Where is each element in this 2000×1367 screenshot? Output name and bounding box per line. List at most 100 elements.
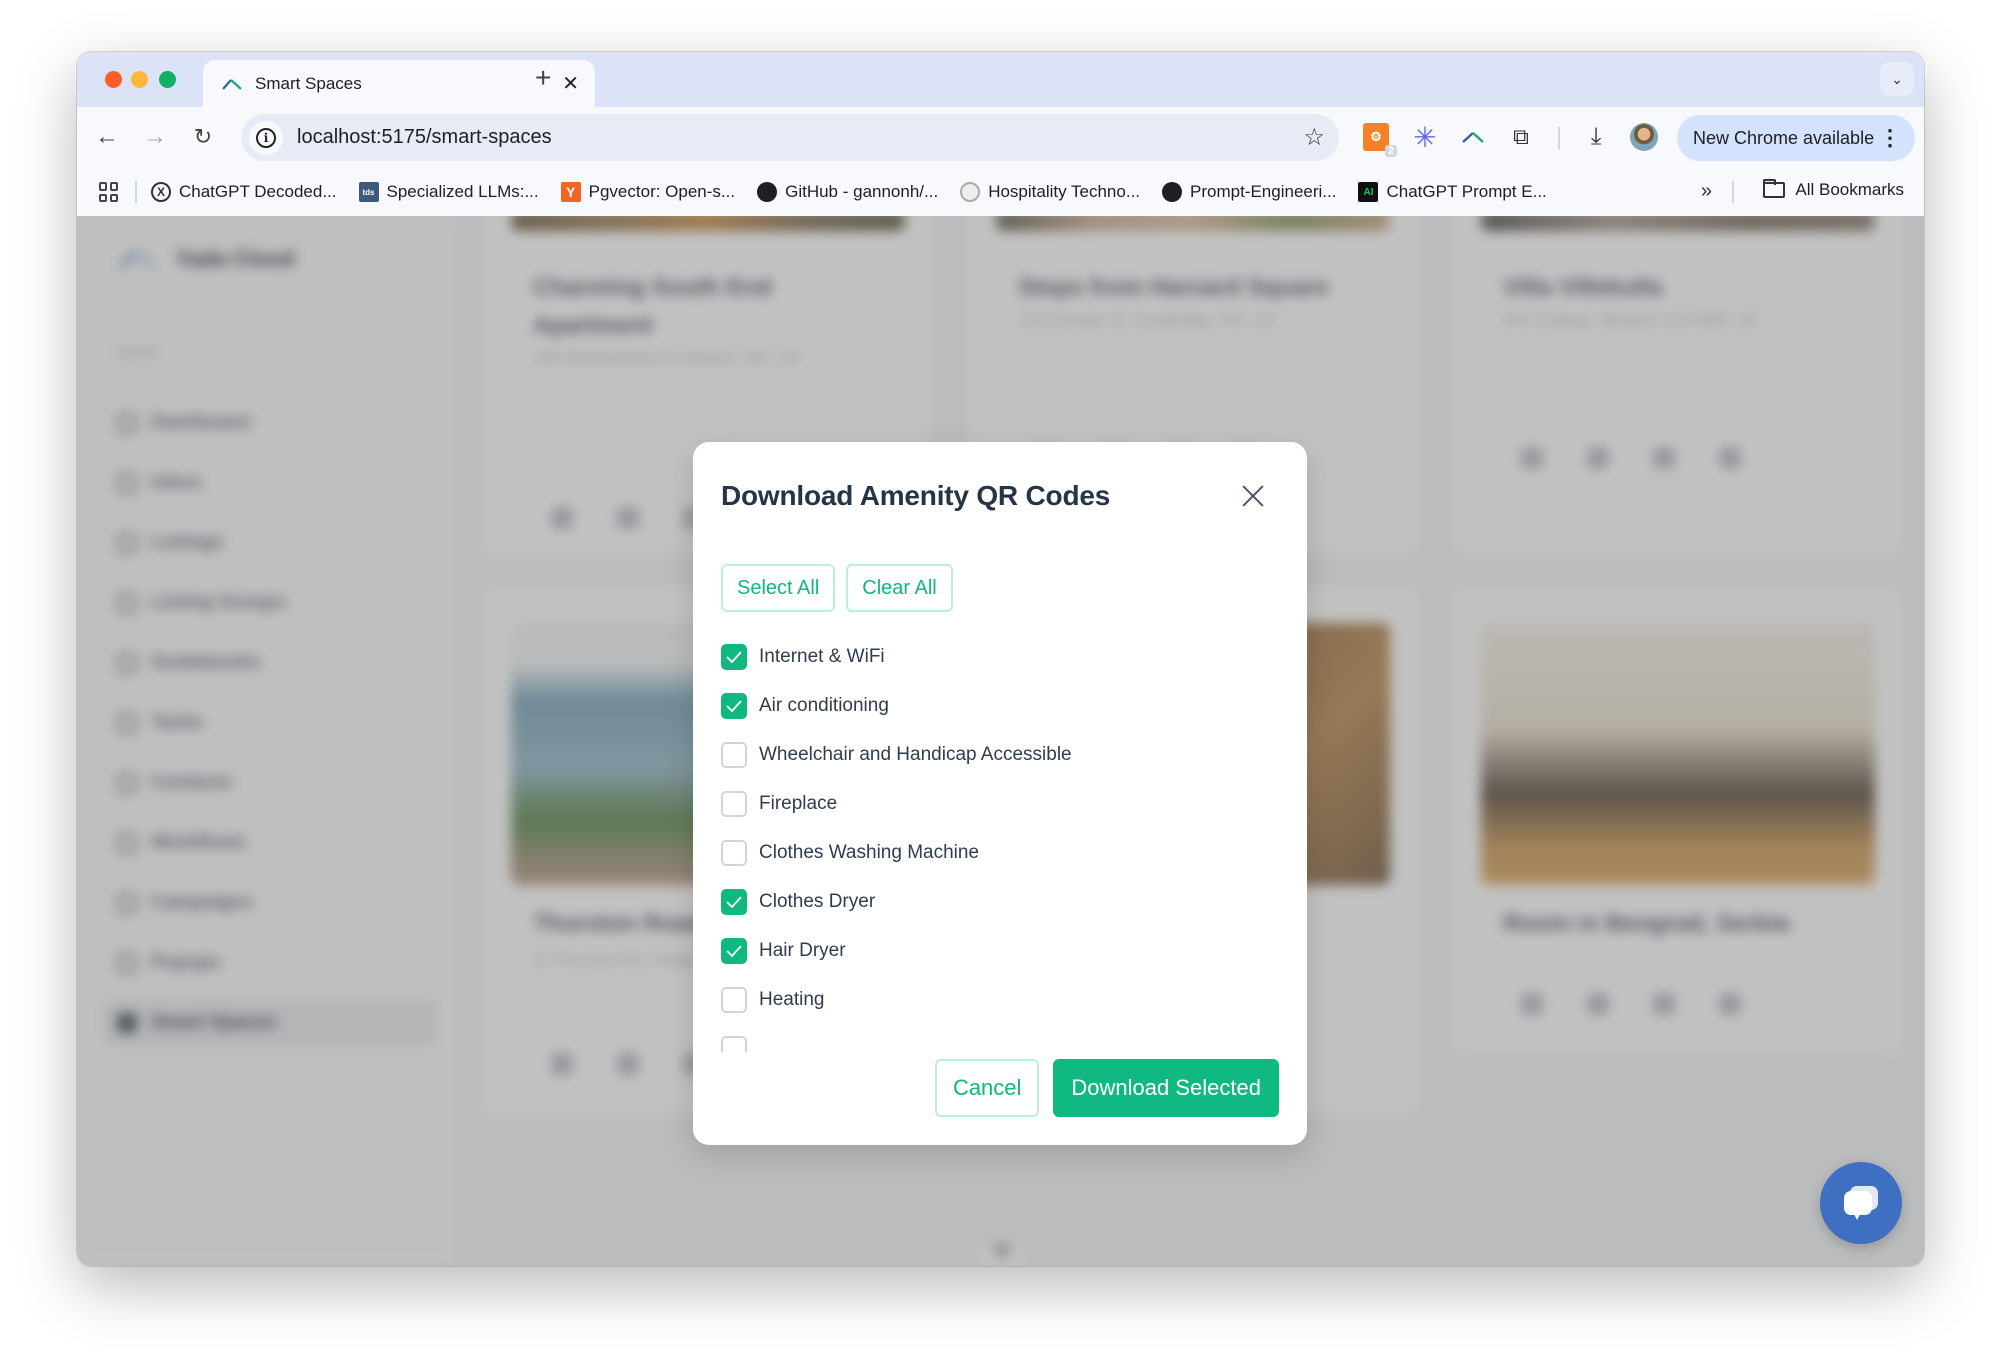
amenity-label: Hair Dryer: [759, 939, 846, 961]
close-icon[interactable]: [1239, 482, 1267, 510]
tds-icon: tds: [358, 182, 379, 202]
amenity-option[interactable]: Clothes Dryer: [721, 877, 1281, 926]
bookmark-label: ChatGPT Prompt E...: [1386, 182, 1547, 201]
toolbar-divider: [1558, 127, 1560, 149]
bookmark-item[interactable]: Prompt-Engineeri...: [1162, 182, 1336, 202]
clear-all-button[interactable]: Clear All: [846, 564, 953, 612]
chrome-update-button[interactable]: New Chrome available ⋮: [1677, 115, 1915, 161]
browser-window: Smart Spaces ✕ + ⌄ ← → ↻ i localhost:517…: [77, 52, 1924, 1266]
bookmark-item[interactable]: GitHub - gannonh/...: [757, 182, 938, 202]
bookmark-item[interactable]: Hospitality Techno...: [960, 182, 1140, 202]
amenity-option[interactable]: Wheelchair and Handicap Accessible: [721, 730, 1281, 779]
all-bookmarks-button[interactable]: All Bookmarks: [1763, 179, 1904, 200]
github-icon: [757, 182, 778, 202]
amenity-option[interactable]: Hair Dryer: [721, 926, 1281, 975]
back-button[interactable]: ←: [91, 121, 123, 153]
github-icon: [1162, 182, 1183, 202]
amenity-checkbox[interactable]: [721, 643, 747, 670]
bookmark-item[interactable]: AI ChatGPT Prompt E...: [1358, 182, 1547, 202]
amenity-checkbox[interactable]: [721, 1035, 747, 1052]
download-qr-modal: Download Amenity QR Codes Select All Cle…: [693, 442, 1307, 1145]
x-circle-icon: X: [151, 182, 171, 202]
checkmark-icon: [726, 650, 742, 663]
profile-avatar[interactable]: [1630, 123, 1658, 151]
bookmarks-divider: [1732, 181, 1734, 203]
amenity-label: Air conditioning: [759, 694, 889, 716]
bookmark-label: Prompt-Engineeri...: [1190, 182, 1337, 201]
bookmark-label: Pgvector: Open-s...: [588, 182, 736, 201]
tab-close-icon[interactable]: ✕: [562, 74, 579, 94]
tab-strip: Smart Spaces ✕ + ⌄: [77, 52, 1924, 107]
ycombinator-icon: Y: [560, 182, 581, 202]
tab-search-button[interactable]: ⌄: [1880, 62, 1914, 96]
amenity-list[interactable]: Internet & WiFi Air conditioning Wheelchai…: [721, 632, 1281, 1052]
amenity-option[interactable]: Internet & WiFi: [721, 632, 1281, 681]
bookmark-item[interactable]: X ChatGPT Decoded...: [151, 182, 337, 202]
amenity-checkbox[interactable]: [721, 888, 747, 915]
chat-bubble-icon: [1844, 1186, 1878, 1220]
checkmark-icon: [726, 944, 742, 957]
more-menu-icon[interactable]: ⋮: [1879, 125, 1901, 151]
bookmark-item[interactable]: Y Pgvector: Open-s...: [560, 182, 736, 202]
forward-button[interactable]: →: [139, 121, 171, 153]
amenity-checkbox[interactable]: [721, 986, 747, 1013]
bookmark-star-icon[interactable]: ☆: [1303, 123, 1325, 152]
amenity-label: Clothes Dryer: [759, 890, 876, 912]
maximize-window-button[interactable]: [159, 71, 176, 88]
bookmark-label: ChatGPT Decoded...: [179, 182, 337, 201]
select-all-button[interactable]: Select All: [721, 564, 836, 612]
all-bookmarks-label: All Bookmarks: [1795, 180, 1904, 199]
amenity-option-partial[interactable]: [721, 1024, 1281, 1052]
close-window-button[interactable]: [105, 71, 122, 88]
downloads-icon[interactable]: ⤓: [1582, 123, 1610, 151]
reload-button[interactable]: ↻: [187, 121, 219, 153]
extensions-puzzle-icon[interactable]: ⧉: [1507, 123, 1535, 151]
chat-widget-button[interactable]: [1820, 1162, 1902, 1244]
download-selected-button[interactable]: Download Selected: [1053, 1059, 1279, 1117]
modal-footer: Cancel Download Selected: [934, 1059, 1279, 1117]
amenity-checkbox[interactable]: [721, 839, 747, 866]
url-path: :5175/smart-spaces: [375, 126, 552, 148]
cancel-button[interactable]: Cancel: [934, 1059, 1040, 1117]
extension-badge: 2: [1384, 145, 1397, 157]
amenity-checkbox[interactable]: [721, 790, 747, 817]
amenity-option[interactable]: Air conditioning: [721, 681, 1281, 730]
amenity-label: Internet & WiFi: [759, 645, 885, 667]
amenity-label: Wheelchair and Handicap Accessible: [759, 743, 1072, 765]
bookmarks-divider: [135, 181, 137, 203]
extension-hubspot-icon[interactable]: ⚙ 2: [1363, 123, 1397, 157]
amenity-checkbox[interactable]: [721, 692, 747, 719]
bookmark-label: Hospitality Techno...: [988, 182, 1141, 201]
browser-toolbar: ← → ↻ i localhost:5175/smart-spaces ☆ ⚙ 2…: [77, 107, 1924, 168]
url-text[interactable]: localhost:5175/smart-spaces: [297, 126, 1303, 149]
amenity-label: Heating: [759, 988, 825, 1010]
amenity-checkbox[interactable]: [721, 741, 747, 768]
extension-yada-icon[interactable]: [1459, 123, 1487, 151]
app-logo-icon: [222, 78, 242, 90]
page-content: Yada Cloud Home Dashboard Inbox Listings Li…: [77, 216, 1924, 1266]
extension-asterisk-icon[interactable]: ✳: [1411, 122, 1439, 153]
ai-icon: AI: [1358, 182, 1379, 202]
selection-actions: Select All Clear All: [721, 564, 953, 612]
checkmark-icon: [726, 699, 742, 712]
ring-icon: [960, 182, 981, 202]
checkmark-icon: [726, 895, 742, 908]
bookmarks-bar: X ChatGPT Decoded... tds Specialized LLMs:.…: [77, 168, 1924, 216]
site-info-icon[interactable]: i: [249, 120, 283, 155]
amenity-checkbox[interactable]: [721, 937, 747, 964]
address-bar[interactable]: i localhost:5175/smart-spaces ☆: [241, 114, 1339, 161]
bookmark-item[interactable]: tds Specialized LLMs:...: [358, 182, 539, 202]
amenity-option[interactable]: Heating: [721, 975, 1281, 1024]
bookmark-label: GitHub - gannonh/...: [785, 182, 939, 201]
folder-icon: [1763, 179, 1786, 198]
more-bookmarks-icon[interactable]: »: [1701, 180, 1712, 203]
new-tab-button[interactable]: +: [535, 64, 551, 92]
minimize-window-button[interactable]: [131, 71, 148, 88]
url-host: localhost: [297, 126, 376, 148]
amenity-option[interactable]: Fireplace: [721, 779, 1281, 828]
amenity-label: Clothes Washing Machine: [759, 841, 980, 863]
chrome-update-label: New Chrome available: [1693, 127, 1875, 148]
apps-grid-icon[interactable]: [99, 182, 119, 202]
bookmark-label: Specialized LLMs:...: [386, 182, 539, 201]
amenity-option[interactable]: Clothes Washing Machine: [721, 828, 1281, 877]
